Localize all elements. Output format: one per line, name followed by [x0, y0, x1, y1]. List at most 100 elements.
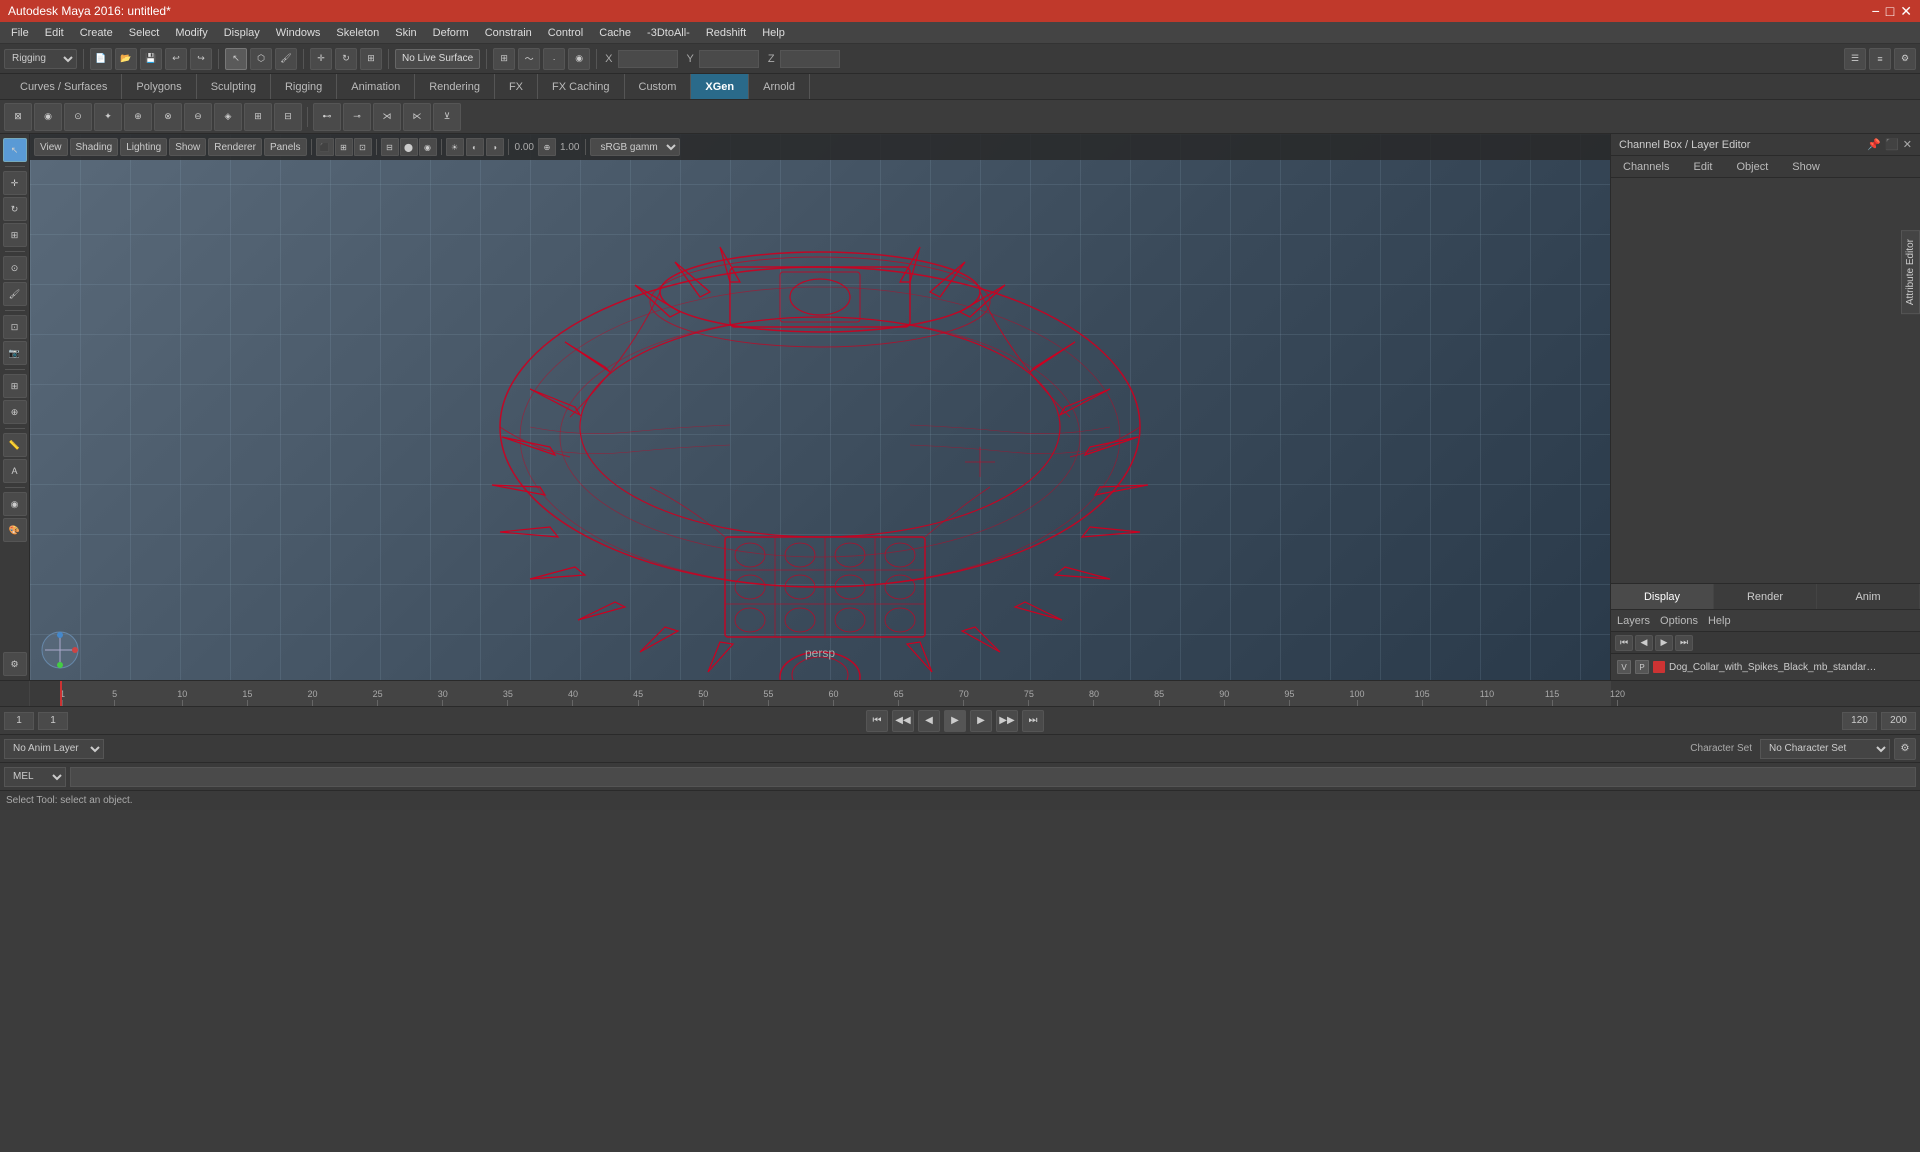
tab-sculpting[interactable]: Sculpting — [197, 74, 271, 99]
menu-display[interactable]: Display — [217, 25, 267, 41]
menu-create[interactable]: Create — [73, 25, 120, 41]
new-scene-btn[interactable]: 📄 — [90, 48, 112, 70]
paint-skin-btn[interactable]: 🖌 — [3, 282, 27, 306]
layer-first-btn[interactable]: ⏮ — [1615, 635, 1633, 651]
settings-btn[interactable]: ⚙ — [3, 652, 27, 676]
play-next-frame-btn[interactable]: ▶ — [970, 710, 992, 732]
tab-polygons[interactable]: Polygons — [122, 74, 196, 99]
layer-vis-btn[interactable]: V — [1617, 660, 1631, 674]
vp-icon-shadow[interactable]: ◐ — [466, 138, 484, 156]
mode-select[interactable]: Rigging Modeling Animation — [4, 49, 77, 69]
snap-view-btn[interactable]: ◉ — [568, 48, 590, 70]
attr-editor-side-tab[interactable]: Attribute Editor — [1901, 230, 1920, 314]
tab-curves-surfaces[interactable]: Curves / Surfaces — [6, 74, 122, 99]
play-next-key-btn[interactable]: ▶▶ — [996, 710, 1018, 732]
char-set-settings-btn[interactable]: ⚙ — [1894, 738, 1916, 760]
camera-btn[interactable]: 📷 — [3, 341, 27, 365]
vp-show-menu[interactable]: Show — [169, 138, 206, 156]
color-btn[interactable]: 🎨 — [3, 518, 27, 542]
redo-btn[interactable]: ↪ — [190, 48, 212, 70]
tab-rigging[interactable]: Rigging — [271, 74, 337, 99]
menu-skin[interactable]: Skin — [388, 25, 423, 41]
vp-icon-single[interactable]: ⊡ — [354, 138, 372, 156]
tab-fx[interactable]: FX — [495, 74, 538, 99]
scale-mode-btn[interactable]: ⊞ — [3, 223, 27, 247]
snap-btn[interactable]: ⊕ — [3, 400, 27, 424]
vp-icon-solid[interactable]: ⬤ — [400, 138, 418, 156]
object-tab[interactable]: Object — [1728, 159, 1776, 175]
tab-xgen[interactable]: XGen — [691, 74, 749, 99]
snap-curve-btn[interactable]: 〜 — [518, 48, 540, 70]
attr-editor-btn[interactable]: ≡ — [1869, 48, 1891, 70]
anim-tab[interactable]: Anim — [1817, 584, 1920, 609]
command-mode-select[interactable]: MEL Python — [4, 767, 66, 787]
cb-close-btn[interactable]: ✕ — [1903, 138, 1912, 151]
z-input[interactable] — [780, 50, 840, 68]
rotate-mode-btn[interactable]: ↻ — [3, 197, 27, 221]
range-end-input[interactable] — [1842, 712, 1877, 730]
display-tab[interactable]: Display — [1611, 584, 1714, 609]
vp-icon-smooth[interactable]: ◉ — [419, 138, 437, 156]
menu-skeleton[interactable]: Skeleton — [329, 25, 386, 41]
shelf-icon-9[interactable]: ⊞ — [244, 103, 272, 131]
measure-btn[interactable]: 📏 — [3, 433, 27, 457]
render-tab[interactable]: Render — [1714, 584, 1817, 609]
cb-pin-btn[interactable]: 📌 — [1867, 138, 1881, 151]
shelf-icon-8[interactable]: ◈ — [214, 103, 242, 131]
vp-icon-multi[interactable]: ⊞ — [335, 138, 353, 156]
menu-3dtoall[interactable]: -3DtoAll- — [640, 25, 697, 41]
play-last-btn[interactable]: ⏭ — [1022, 710, 1044, 732]
vp-exposure-btn[interactable]: ⊕ — [538, 138, 556, 156]
vp-colorspace-select[interactable]: sRGB gamma — [590, 138, 680, 156]
navigate-gizmo[interactable] — [40, 630, 80, 670]
save-scene-btn[interactable]: 💾 — [140, 48, 162, 70]
shelf-icon-1[interactable]: ⊠ — [4, 103, 32, 131]
move-mode-btn[interactable]: ✛ — [3, 171, 27, 195]
current-frame-input[interactable] — [38, 712, 68, 730]
range-start-input[interactable] — [4, 712, 34, 730]
menu-select[interactable]: Select — [122, 25, 167, 41]
shelf-icon-10[interactable]: ⊟ — [274, 103, 302, 131]
channels-tab[interactable]: Channels — [1615, 159, 1677, 175]
options-sub-tab[interactable]: Options — [1660, 615, 1698, 627]
no-live-surface-btn[interactable]: No Live Surface — [395, 49, 480, 69]
rotate-tool-btn[interactable]: ↻ — [335, 48, 357, 70]
menu-edit[interactable]: Edit — [38, 25, 71, 41]
shelf-icon-6[interactable]: ⊗ — [154, 103, 182, 131]
vp-panels-menu[interactable]: Panels — [264, 138, 307, 156]
lasso-tool-btn[interactable]: ⬡ — [250, 48, 272, 70]
cb-float-btn[interactable]: ⬛ — [1885, 138, 1899, 151]
shelf-icon-3[interactable]: ⊙ — [64, 103, 92, 131]
shelf-icon-14[interactable]: ⋉ — [403, 103, 431, 131]
timeline-ruler[interactable]: 1510152025303540455055606570758085909510… — [60, 681, 1610, 706]
end-frame-input[interactable] — [1881, 712, 1916, 730]
shelf-icon-13[interactable]: ⋊ — [373, 103, 401, 131]
vp-view-menu[interactable]: View — [34, 138, 68, 156]
sculpt-btn[interactable]: ◉ — [3, 492, 27, 516]
select-mode-btn[interactable]: ↖ — [3, 138, 27, 162]
undo-btn[interactable]: ↩ — [165, 48, 187, 70]
snap-grid-btn[interactable]: ⊞ — [493, 48, 515, 70]
menu-help[interactable]: Help — [755, 25, 792, 41]
vp-lighting-menu[interactable]: Lighting — [120, 138, 167, 156]
menu-windows[interactable]: Windows — [269, 25, 328, 41]
tab-rendering[interactable]: Rendering — [415, 74, 495, 99]
play-first-btn[interactable]: ⏮ — [866, 710, 888, 732]
tool-settings-btn[interactable]: ⚙ — [1894, 48, 1916, 70]
vp-shading-menu[interactable]: Shading — [70, 138, 119, 156]
open-scene-btn[interactable]: 📂 — [115, 48, 137, 70]
shelf-icon-12[interactable]: ⊸ — [343, 103, 371, 131]
move-tool-btn[interactable]: ✛ — [310, 48, 332, 70]
vp-icon-cam[interactable]: ⬛ — [316, 138, 334, 156]
select-tool-btn[interactable]: ↖ — [225, 48, 247, 70]
y-input[interactable] — [699, 50, 759, 68]
view-cube-btn[interactable]: ⊡ — [3, 315, 27, 339]
edit-tab[interactable]: Edit — [1685, 159, 1720, 175]
tab-fx-caching[interactable]: FX Caching — [538, 74, 624, 99]
tab-arnold[interactable]: Arnold — [749, 74, 810, 99]
shelf-icon-11[interactable]: ⊷ — [313, 103, 341, 131]
viewport[interactable]: View Shading Lighting Show Renderer Pane… — [30, 134, 1610, 680]
shelf-icon-5[interactable]: ⊕ — [124, 103, 152, 131]
help-sub-tab[interactable]: Help — [1708, 615, 1731, 627]
character-set-select[interactable]: No Character Set — [1760, 739, 1890, 759]
